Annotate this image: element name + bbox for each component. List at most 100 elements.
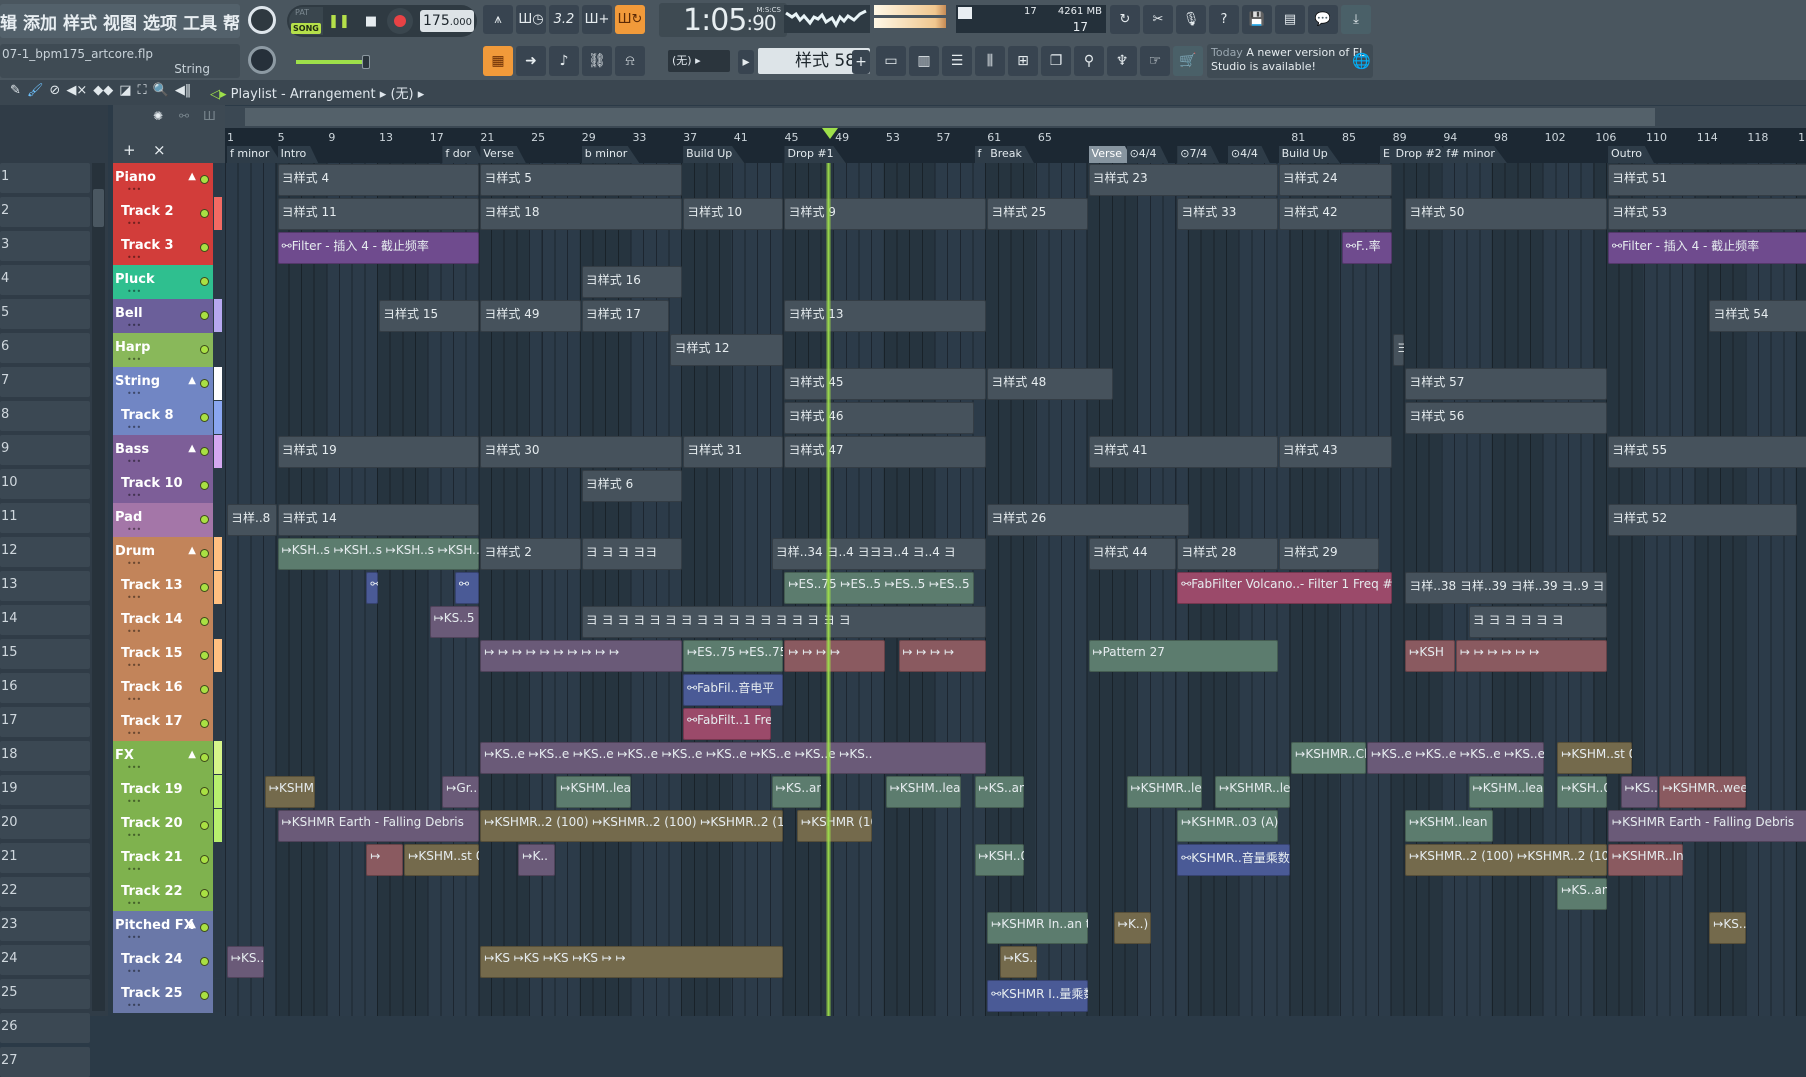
audio-clip[interactable]: ↦KSH..s ↦KSH..s ↦KSH..s ↦KSH..s <box>277 538 480 570</box>
audio-clip[interactable]: ↦KS..an <box>771 776 822 808</box>
collapse-icon[interactable]: ▲ <box>188 545 196 556</box>
audio-clip[interactable]: ↦KS.. <box>227 946 264 978</box>
track-header[interactable]: Pluck ••• <box>113 265 213 299</box>
picker-scrollbar[interactable] <box>92 163 105 1011</box>
mute-led[interactable] <box>200 549 209 558</box>
plugin-icon[interactable]: ⚲ <box>1074 46 1104 76</box>
pattern-clip[interactable]: ヨ样式 5 <box>480 164 683 196</box>
picker-row[interactable]: 12 <box>0 537 90 567</box>
audio-clip[interactable]: ↦KS..an <box>1557 878 1608 910</box>
pattern-clip[interactable]: ヨ ヨ ヨ ヨヨ <box>581 538 683 570</box>
audio-clip[interactable]: ↦KSHMR..weep <box>1658 776 1747 808</box>
stop-icon[interactable]: ■ <box>355 7 387 35</box>
timeline-marker[interactable]: Outro <box>1608 146 1654 163</box>
track-header[interactable]: Track 19 ••• <box>113 775 213 809</box>
timeline-marker[interactable]: f dor <box>442 146 483 163</box>
picker-row[interactable]: 15 <box>0 639 90 669</box>
pattern-clip[interactable]: ヨ样..34 ヨ..4 ヨヨヨ..4 ヨ..4 ヨ <box>771 538 987 570</box>
pattern-clip[interactable]: ヨ样式 50 <box>1405 198 1608 230</box>
track-header[interactable]: Track 13 ••• <box>113 571 213 605</box>
picker-row[interactable]: 3 <box>0 231 90 261</box>
picker-row[interactable]: 8 <box>0 401 90 431</box>
picker-row[interactable]: 6 <box>0 333 90 363</box>
audio-clip[interactable]: ↦KS.. <box>999 946 1037 978</box>
track-grip-icon[interactable]: ••• <box>127 321 141 330</box>
track-grip-icon[interactable]: ••• <box>127 457 141 466</box>
help-icon[interactable]: ? <box>1209 5 1239 34</box>
track-grip-icon[interactable]: ••• <box>127 967 141 976</box>
audio-clip[interactable]: ↦KS..e ↦KS..e ↦KS..e ↦KS..e <box>1367 742 1544 774</box>
delete-track-icon[interactable]: × <box>153 141 166 159</box>
browser-icon[interactable]: ⊞ <box>1008 46 1038 76</box>
track-grip-icon[interactable]: ••• <box>127 219 141 228</box>
pattern-clip[interactable]: ヨ样式 13 <box>784 300 987 332</box>
audio-clip[interactable]: ↦ ↦ ↦ ↦ <box>898 640 987 672</box>
track-header[interactable]: Drum ••• ▲ <box>113 537 213 571</box>
overview-window[interactable] <box>245 108 1655 126</box>
picker-row[interactable]: 14 <box>0 605 90 635</box>
track-header[interactable]: Track 22 ••• <box>113 877 213 911</box>
select-icon[interactable]: ⛶ <box>138 83 147 98</box>
automation-clip[interactable]: ⚯KSHMR..音量乘数 <box>1177 844 1291 876</box>
track-header[interactable]: Track 17 ••• <box>113 707 213 741</box>
touch-controller-icon[interactable]: ♆ <box>1107 46 1137 76</box>
timeline-marker[interactable]: Break <box>987 146 1034 163</box>
mute-led[interactable] <box>200 821 209 830</box>
audio-clip[interactable]: ↦KSHMR Earth - Falling Debris <box>277 810 480 842</box>
playlist-overview[interactable] <box>225 106 1806 128</box>
timeline-marker[interactable]: Intro <box>277 146 319 163</box>
pencil-icon[interactable]: ✎ <box>10 83 21 98</box>
audio-clip[interactable]: ↦KSHM..lean <box>885 776 961 808</box>
microphone-icon[interactable]: 🎙 <box>1176 5 1206 34</box>
automation-clip[interactable]: ⚯FabFilter Volcano..- Filter 1 Freq #2 <box>1177 572 1392 604</box>
pattern-clip[interactable]: ヨ ヨ ヨ ヨ ヨ ヨ <box>1468 606 1608 638</box>
audio-clip[interactable]: ↦K.. <box>518 844 556 876</box>
automation-clip[interactable]: ⚯ <box>366 572 379 604</box>
step-edit-icon[interactable]: Ш+ <box>582 5 612 34</box>
track-header[interactable]: Track 25 ••• <box>113 979 213 1013</box>
mute-led[interactable] <box>200 651 209 660</box>
pattern-clip[interactable]: ヨ样式 41 <box>1088 436 1278 468</box>
track-grip-icon[interactable]: ••• <box>127 865 141 874</box>
menu-item-0[interactable]: 辑 <box>0 9 17 34</box>
audio-clip[interactable]: ↦KSH..05 <box>974 844 1025 876</box>
mute-led[interactable] <box>200 753 209 762</box>
collapse-icon[interactable]: ▲ <box>188 171 196 182</box>
export-audio-icon[interactable]: ▤ <box>1275 5 1305 34</box>
track-grip-icon[interactable]: ••• <box>127 389 141 398</box>
pattern-clip[interactable]: ヨ样式 56 <box>1405 402 1608 434</box>
automation-clip[interactable]: ⚯FabFil..音电平 <box>683 674 784 706</box>
collapse-icon[interactable]: ▲ <box>188 919 196 930</box>
add-pattern-button[interactable]: + <box>852 50 870 74</box>
picker-row[interactable]: 7 <box>0 367 90 397</box>
track-grip-icon[interactable]: ••• <box>127 627 141 636</box>
audio-clip[interactable]: ↦ES..75 ↦ES..75 <box>683 640 784 672</box>
picker-row[interactable]: 25 <box>0 979 90 1009</box>
audio-clip[interactable]: ↦KSHMR In..an toon <box>987 912 1088 944</box>
track-grip-icon[interactable]: ••• <box>127 185 141 194</box>
mute-led[interactable] <box>200 447 209 456</box>
mute-icon[interactable]: ◀× <box>66 83 87 98</box>
audio-clip[interactable]: ↦KSHMR..lean <box>1215 776 1291 808</box>
picker-row[interactable]: 11 <box>0 503 90 533</box>
mute-led[interactable] <box>200 515 209 524</box>
track-grip-icon[interactable]: ••• <box>127 797 141 806</box>
typing-keyboard-icon[interactable]: ⍾ <box>615 46 645 76</box>
audio-clip[interactable]: ↦K..) <box>1113 912 1151 944</box>
audio-clip[interactable]: ↦Gr.. <box>442 776 480 808</box>
pattern-clip[interactable]: ヨ样式 2 <box>480 538 581 570</box>
track-grip-icon[interactable]: ••• <box>127 763 141 772</box>
track-header[interactable]: Bell ••• <box>113 299 213 333</box>
playlist-icon[interactable]: ▭ <box>876 46 906 76</box>
audio-clip[interactable]: ↦KSHMR (100) <box>797 810 873 842</box>
project-notes-icon[interactable]: ❐ <box>1041 46 1071 76</box>
pattern-clip[interactable]: ヨ样式 17 <box>581 300 670 332</box>
timeline-marker[interactable]: Drop #1 <box>784 146 846 163</box>
picker-row[interactable]: 27 <box>0 1047 90 1077</box>
save-icon[interactable]: 💾 <box>1242 5 1272 34</box>
track-header[interactable]: Track 21 ••• <box>113 843 213 877</box>
pattern-clip[interactable]: ヨ样式 47 <box>784 436 987 468</box>
pause-icon[interactable]: ❚❚ <box>323 7 355 35</box>
audio-clip[interactable]: ↦KS..an <box>974 776 1025 808</box>
timeline-marker[interactable]: Build Up <box>683 146 745 163</box>
